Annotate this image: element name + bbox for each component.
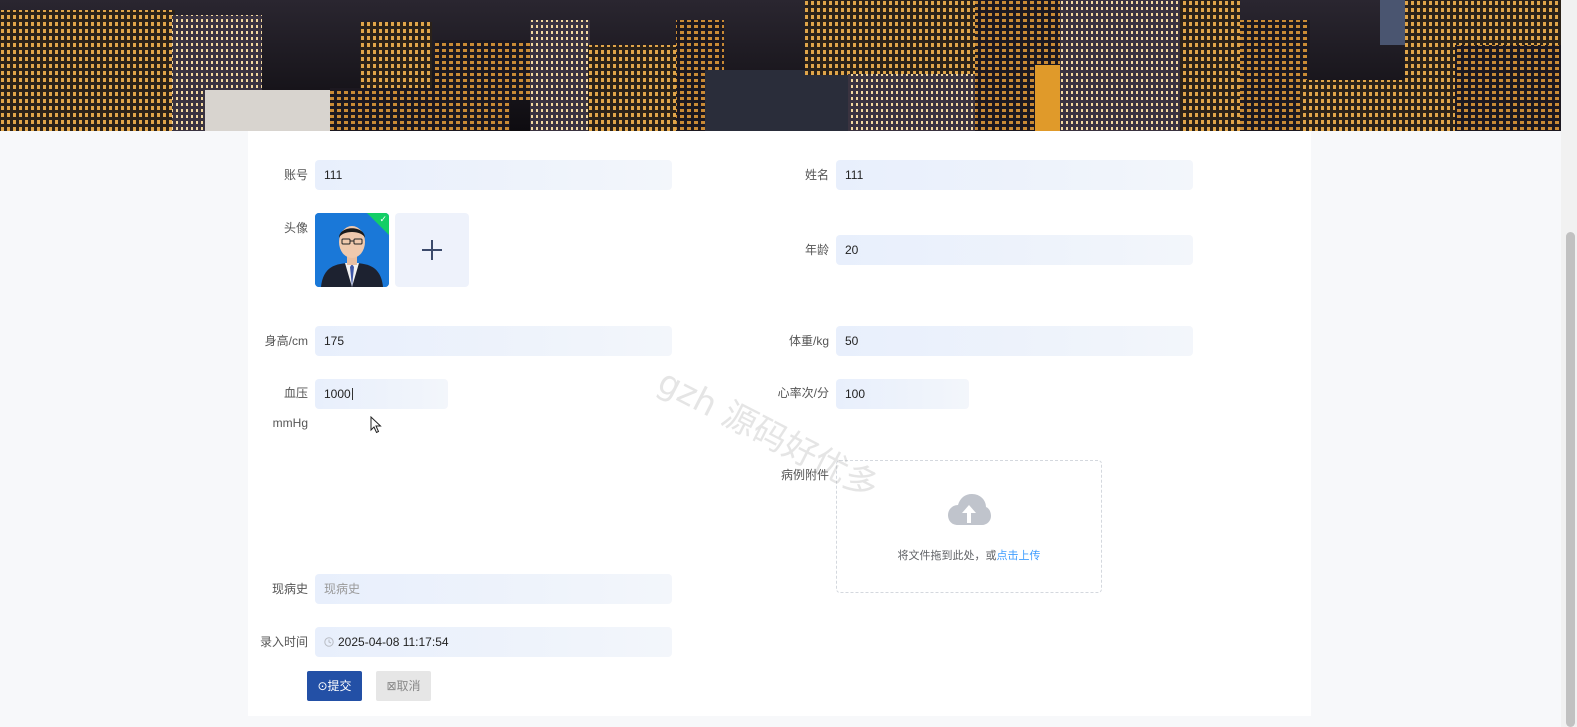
account-label: 账号 (283, 168, 308, 182)
scrollbar-thumb[interactable] (1566, 232, 1575, 727)
header-banner-image (0, 0, 1561, 131)
text-caret (351, 388, 353, 400)
add-avatar-button[interactable] (395, 213, 469, 287)
height-label: 身高/cm (264, 334, 308, 348)
age-input[interactable]: 20 (836, 235, 1193, 265)
form-panel: 账号 111 姓名 111 头像 ✓ 年龄 20 身高/cm 175 体重/kg… (248, 131, 1311, 716)
record-time-picker[interactable]: 2025-04-08 11:17:54 (315, 627, 672, 657)
cloud-upload-icon (948, 494, 991, 525)
dropzone-hint: 将文件拖到此处，或点击上传 (837, 547, 1101, 563)
history-label: 现病史 (271, 582, 308, 596)
dropzone-text: 将文件拖到此处，或 (897, 550, 997, 562)
avatar-image[interactable]: ✓ (315, 213, 389, 287)
weight-label: 体重/kg (788, 334, 829, 348)
record-time-label: 录入时间 (259, 635, 308, 649)
attachment-label: 病例附件 (780, 468, 829, 482)
clock-icon (324, 637, 334, 647)
cancel-button[interactable]: ⊠取消 (376, 671, 431, 701)
blood-pressure-unit: mmHg (272, 416, 308, 430)
heart-rate-input[interactable]: 100 (836, 379, 969, 409)
page-scrollbar[interactable] (1561, 0, 1577, 727)
account-input[interactable]: 111 (315, 160, 672, 190)
submit-button[interactable]: ⊙提交 (307, 671, 362, 701)
heart-rate-label: 心率次/分 (777, 386, 829, 400)
blood-pressure-value: 1000 (324, 387, 351, 401)
avatar-label: 头像 (283, 221, 308, 235)
name-input[interactable]: 111 (836, 160, 1193, 190)
click-upload-link[interactable]: 点击上传 (997, 550, 1041, 562)
blood-pressure-label: 血压 (283, 386, 308, 400)
age-label: 年龄 (804, 243, 829, 257)
check-icon: ✓ (379, 214, 387, 224)
file-dropzone[interactable]: 将文件拖到此处，或点击上传 (836, 460, 1102, 593)
blood-pressure-input[interactable]: 1000 (315, 379, 448, 409)
weight-input[interactable]: 50 (836, 326, 1193, 356)
history-input[interactable]: 现病史 (315, 574, 672, 604)
upload-success-badge: ✓ (367, 213, 389, 235)
height-input[interactable]: 175 (315, 326, 672, 356)
name-label: 姓名 (804, 168, 829, 182)
record-time-value: 2025-04-08 11:17:54 (338, 635, 449, 649)
